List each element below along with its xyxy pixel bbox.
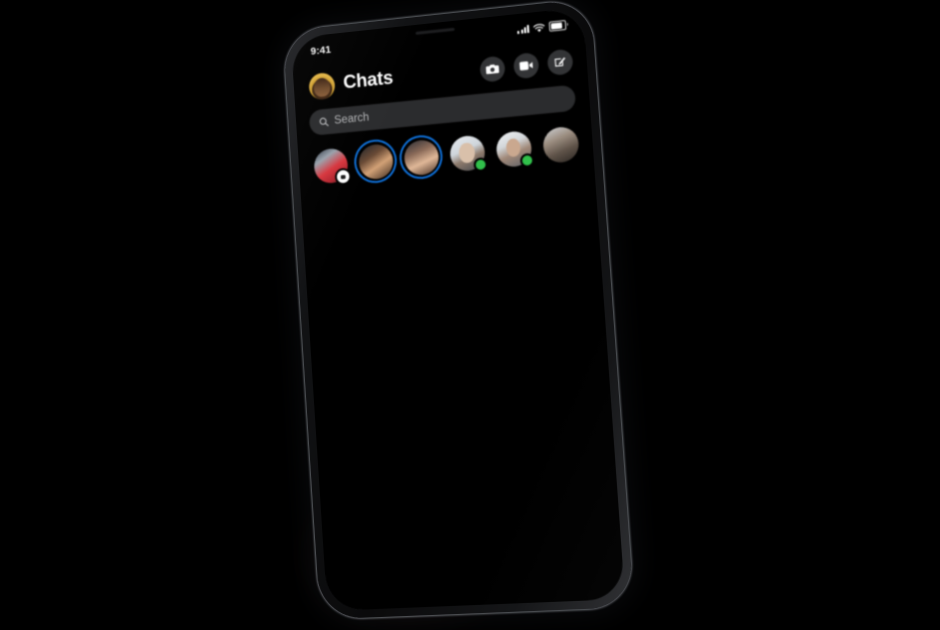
status-icons	[517, 20, 567, 35]
story-ring	[492, 127, 535, 171]
story-ring	[539, 122, 582, 166]
signal-bars-icon	[517, 24, 530, 35]
search-placeholder: Search	[333, 111, 370, 127]
online-badge-icon	[473, 157, 489, 173]
camera-icon	[486, 63, 499, 74]
profile-avatar[interactable]	[308, 71, 336, 101]
video-camera-icon	[519, 60, 533, 71]
story-item[interactable]	[539, 122, 582, 166]
video-call-button[interactable]	[512, 51, 540, 79]
chat-status	[550, 189, 585, 194]
iphone-device: 9:41 Chats Search	[282, 0, 635, 620]
device-bezel: 9:41 Chats Search	[290, 7, 626, 612]
story-item[interactable]	[492, 127, 535, 171]
phone-screen: 9:41 Chats Search	[290, 7, 626, 612]
story-avatar	[494, 129, 533, 168]
story-item[interactable]	[310, 144, 352, 187]
read-receipt-icon	[572, 189, 585, 194]
story-item[interactable]	[400, 136, 442, 179]
search-icon	[319, 117, 329, 128]
chat-meta: Christian DalonzoHey how's it going · no…	[360, 185, 541, 193]
bottom-navigation	[290, 7, 582, 14]
camera-button[interactable]	[479, 54, 506, 83]
chat-name: Christian Dalonzo	[360, 185, 540, 193]
story-item[interactable]	[446, 131, 489, 174]
page-title: Chats	[342, 67, 394, 94]
new-message-button[interactable]	[546, 48, 574, 76]
online-badge-icon	[519, 152, 535, 169]
battery-icon	[548, 20, 567, 32]
story-item[interactable]	[355, 140, 396, 183]
status-clock: 9:41	[310, 43, 332, 58]
camera-badge-icon	[334, 167, 352, 186]
scene: 9:41 Chats Search	[0, 0, 940, 630]
wifi-icon	[533, 23, 546, 32]
compose-icon	[553, 55, 566, 69]
story-avatar	[541, 125, 580, 164]
